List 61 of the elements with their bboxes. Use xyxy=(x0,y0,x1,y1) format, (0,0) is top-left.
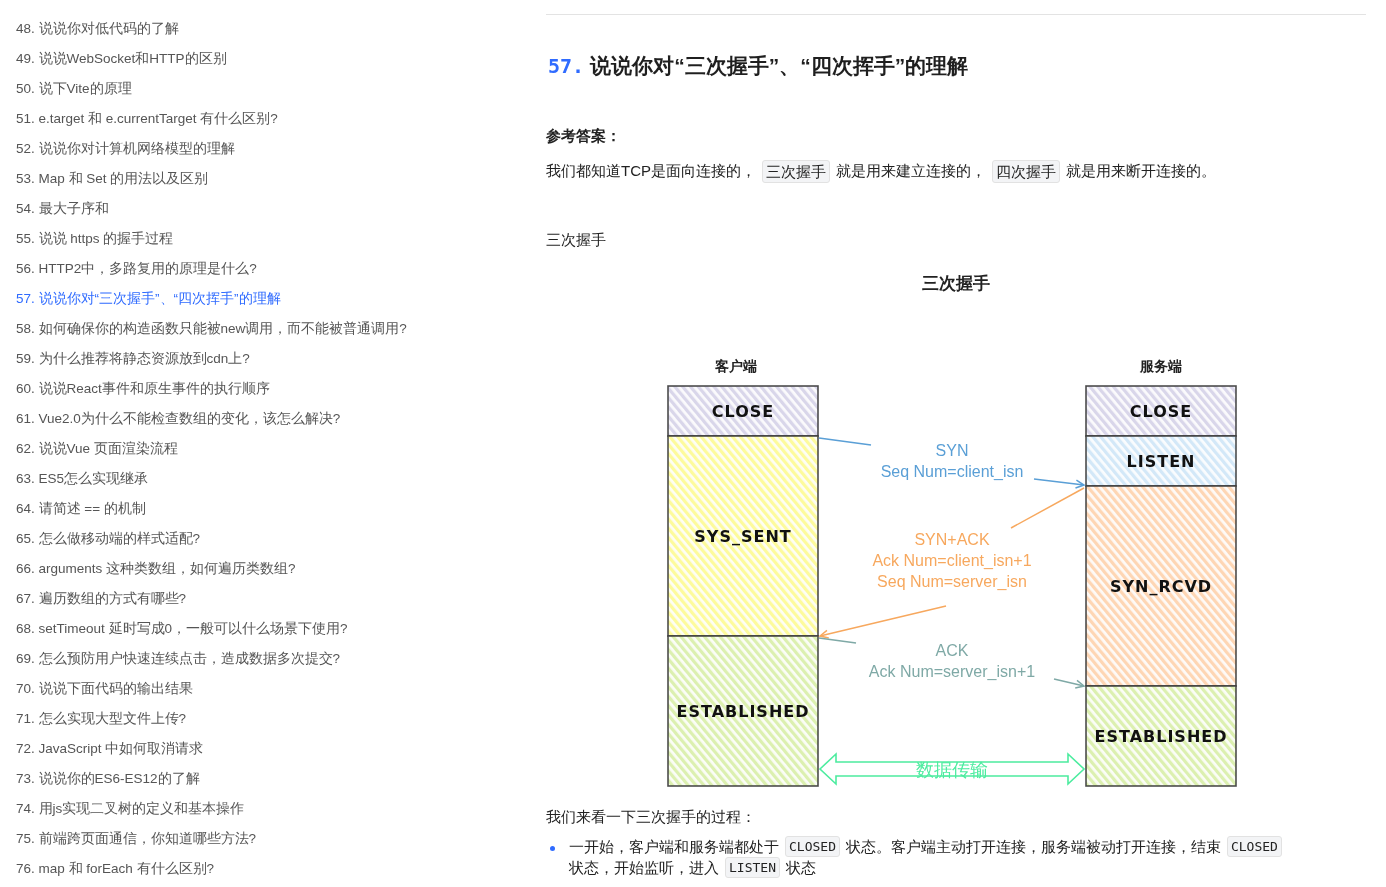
paragraph-text: 状态，开始监听，进入 xyxy=(569,858,719,878)
message-label: SYN Seq Num=client_isn xyxy=(880,442,1024,480)
sidebar-item[interactable]: 56. HTTP2中，多路复用的原理是什么? xyxy=(16,257,257,281)
sidebar-item[interactable]: 48. 说说你对低代码的了解 xyxy=(16,17,179,41)
paragraph-text: 状态。客户端主动打开连接，服务端被动打开连接，结束 xyxy=(845,837,1221,857)
sidebar-item[interactable]: 50. 说下Vite的原理 xyxy=(16,77,132,101)
sidebar-item[interactable]: 74. 用js实现二叉树的定义和基本操作 xyxy=(16,797,245,821)
sidebar-item[interactable]: 52. 说说你对计算机网络模型的理解 xyxy=(16,137,235,161)
state-label: SYN_RCVD xyxy=(1109,577,1213,596)
paragraph-text: 就是用来建立连接的， xyxy=(836,161,986,181)
column-label: 服务端 xyxy=(1140,358,1182,374)
sidebar-item[interactable]: 61. Vue2.0为什么不能检查数组的变化，该怎么解决? xyxy=(16,407,341,431)
answer-label: 参考答案： xyxy=(546,126,622,146)
sidebar-item[interactable]: 68. setTimeout 延时写成0，一般可以什么场景下使用? xyxy=(16,617,348,641)
sidebar-item[interactable]: 60. 说说React事件和原生事件的执行顺序 xyxy=(16,377,270,401)
state-label: CLOSE xyxy=(711,402,775,421)
sidebar-item[interactable]: 58. 如何确保你的构造函数只能被new调用，而不能被普通调用? xyxy=(16,317,407,341)
state-label: ESTABLISHED xyxy=(1094,727,1228,746)
sidebar-item[interactable]: 69. 怎么预防用户快速连续点击，造成数据多次提交? xyxy=(16,647,341,671)
column-label: 客户端 xyxy=(715,358,757,374)
sidebar-item[interactable]: 67. 遍历数组的方式有哪些? xyxy=(16,587,187,611)
sidebar-item[interactable]: 53. Map 和 Set 的用法以及区别 xyxy=(16,167,209,191)
inline-code: CLOSED xyxy=(1226,836,1282,857)
sidebar-item[interactable]: 55. 说说 https 的握手过程 xyxy=(16,227,174,251)
sidebar-item[interactable]: 64. 请简述 == 的机制 xyxy=(16,497,146,521)
inline-code: LISTEN xyxy=(725,857,780,878)
sidebar-item[interactable]: 57. 说说你对“三次握手”、“四次挥手”的理解 xyxy=(16,287,281,311)
sidebar-item[interactable]: 54. 最大子序和 xyxy=(16,197,109,221)
sidebar-item[interactable]: 76. map 和 forEach 有什么区别? xyxy=(16,857,215,881)
state-label: SYS_SENT xyxy=(694,527,792,546)
transfer-label: 数据传输 xyxy=(916,760,988,780)
paragraph-text: 一开始，客户端和服务端都处于 xyxy=(569,837,779,857)
paragraph-text: 我们都知道TCP是面向连接的， xyxy=(546,161,756,181)
inline-code: 三次握手 xyxy=(762,159,830,183)
state-label: CLOSE xyxy=(1129,402,1193,421)
paragraph-text: 我们来看一下三次握手的过程： xyxy=(546,807,757,827)
section-text: 三次握手 xyxy=(546,230,607,250)
article-heading: 说说你对“三次握手”、“四次挥手”的理解 xyxy=(590,53,969,79)
heading-number: 57. xyxy=(548,53,585,80)
sidebar-item[interactable]: 73. 说说你的ES6-ES12的了解 xyxy=(16,767,200,791)
message-label: ACK Ack Num=server_isn+1 xyxy=(868,642,1036,680)
state-label: LISTEN xyxy=(1126,452,1196,471)
bullet-icon xyxy=(550,846,555,851)
sidebar-item[interactable]: 63. ES5怎么实现继承 xyxy=(16,467,149,491)
sidebar-item[interactable]: 71. 怎么实现大型文件上传? xyxy=(16,707,187,731)
sidebar-item[interactable]: 66. arguments 这种类数组，如何遍历类数组? xyxy=(16,557,296,581)
message-label: SYN+ACK Ack Num=client_isn+1 Seq Num=server_isn xyxy=(872,531,1032,590)
sidebar-item[interactable]: 62. 说说Vue 页面渲染流程 xyxy=(16,437,178,461)
inline-code: CLOSED xyxy=(785,836,840,857)
paragraph-text: 就是用来断开连接的。 xyxy=(1066,161,1216,181)
paragraph-text: 状态 xyxy=(785,858,816,878)
inline-code: 四次握手 xyxy=(992,159,1060,183)
sidebar-item[interactable]: 49. 说说WebSocket和HTTP的区别 xyxy=(16,47,227,71)
state-label: ESTABLISHED xyxy=(676,702,810,721)
sidebar-item[interactable]: 65. 怎么做移动端的样式适配? xyxy=(16,527,201,551)
sidebar-item[interactable]: 75. 前端跨页面通信，你知道哪些方法? xyxy=(16,827,257,851)
sidebar-item[interactable]: 72. JavaScript 中如何取消请求 xyxy=(16,737,204,761)
sidebar-item[interactable]: 51. e.target 和 e.currentTarget 有什么区别? xyxy=(16,107,278,131)
diagram-title: 三次握手 xyxy=(922,273,990,295)
sidebar-item[interactable]: 70. 说说下面代码的输出结果 xyxy=(16,677,193,701)
sidebar-item[interactable]: 59. 为什么推荐将静态资源放到cdn上? xyxy=(16,347,250,371)
